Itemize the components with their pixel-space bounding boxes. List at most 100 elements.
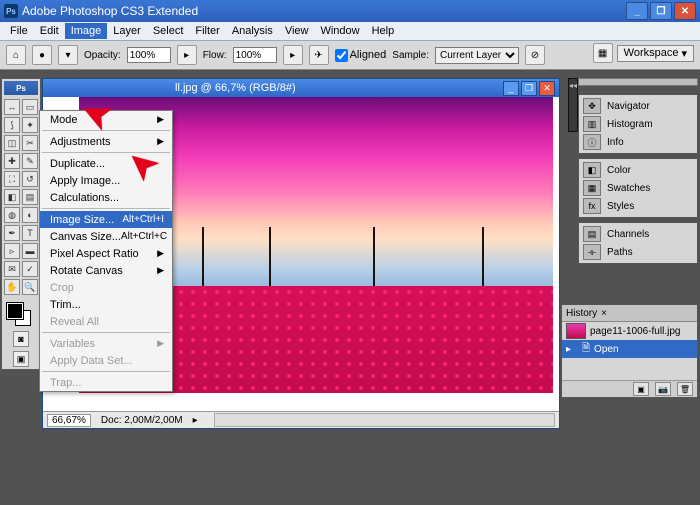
- history-state-row[interactable]: ▸ 🗎 Open: [562, 340, 697, 358]
- opacity-arrow-icon[interactable]: ▸: [177, 45, 197, 65]
- close-tab-icon[interactable]: ×: [601, 308, 607, 319]
- panel-row-paths[interactable]: ⟛Paths: [581, 243, 695, 261]
- menu-edit[interactable]: Edit: [34, 23, 65, 39]
- menu-select[interactable]: Select: [147, 23, 190, 39]
- type-tool[interactable]: T: [22, 225, 38, 241]
- slice-tool[interactable]: ✂: [22, 135, 38, 151]
- heal-tool[interactable]: ✚: [4, 153, 20, 169]
- menu-layer[interactable]: Layer: [107, 23, 147, 39]
- history-panel: History × page11-1006-full.jpg ▸ 🗎 Open …: [561, 304, 698, 398]
- panel-resize-handle[interactable]: [578, 78, 698, 86]
- go-bridge-icon[interactable]: ▦: [593, 43, 613, 63]
- opacity-input[interactable]: [127, 47, 171, 63]
- chevron-right-icon[interactable]: ▸: [193, 415, 198, 426]
- chevron-down-icon: ▾: [681, 47, 687, 60]
- brush-tool[interactable]: ✎: [22, 153, 38, 169]
- panel-row-channels[interactable]: ▤Channels: [581, 225, 695, 243]
- menu-item-rotate-canvas[interactable]: Rotate Canvas▶: [40, 262, 172, 279]
- flow-input[interactable]: [233, 47, 277, 63]
- zoom-field[interactable]: 66,67%: [47, 414, 91, 427]
- eyedropper-tool[interactable]: ✓: [22, 261, 38, 277]
- panel-group-navigator: ✥Navigator▥HistogramⓘInfo: [578, 94, 698, 154]
- hand-tool[interactable]: ✋: [4, 279, 20, 295]
- document-titlebar[interactable]: ll.jpg @ 66,7% (RGB/8#) _ ❐ ✕: [43, 79, 559, 97]
- history-brush-target-icon[interactable]: ▸: [566, 344, 578, 355]
- move-tool[interactable]: ↔: [4, 99, 20, 115]
- dodge-tool[interactable]: ◐: [22, 207, 38, 223]
- panel-row-styles[interactable]: fxStyles: [581, 197, 695, 215]
- minimize-button[interactable]: _: [626, 2, 648, 20]
- close-button[interactable]: ✕: [674, 2, 696, 20]
- panel-row-navigator[interactable]: ✥Navigator: [581, 97, 695, 115]
- menu-item-label: Crop: [50, 282, 74, 294]
- menu-item-calculations[interactable]: Calculations...: [40, 189, 172, 206]
- menu-window[interactable]: Window: [314, 23, 365, 39]
- screenmode-button[interactable]: ▣: [13, 351, 29, 367]
- menu-analysis[interactable]: Analysis: [226, 23, 279, 39]
- sample-ignore-icon[interactable]: ⊘: [525, 45, 545, 65]
- pen-tool[interactable]: ✒: [4, 225, 20, 241]
- menubar: FileEditImageLayerSelectFilterAnalysisVi…: [0, 22, 700, 41]
- foreground-swatch[interactable]: [7, 303, 23, 319]
- delete-state-button[interactable]: 🗑: [677, 382, 693, 396]
- blur-tool[interactable]: ◍: [4, 207, 20, 223]
- aligned-checkbox[interactable]: [335, 49, 348, 62]
- menu-item-adjustments[interactable]: Adjustments▶: [40, 133, 172, 150]
- maximize-button[interactable]: ❐: [650, 2, 672, 20]
- eraser-tool[interactable]: ◧: [4, 189, 20, 205]
- crop-tool[interactable]: ◫: [4, 135, 20, 151]
- doc-close-button[interactable]: ✕: [539, 81, 555, 96]
- workspace-button[interactable]: Workspace ▾: [617, 45, 694, 62]
- panel-row-info[interactable]: ⓘInfo: [581, 133, 695, 151]
- menu-item-duplicate[interactable]: Duplicate...: [40, 155, 172, 172]
- zoom-tool[interactable]: 🔍: [22, 279, 38, 295]
- history-source-row[interactable]: page11-1006-full.jpg: [562, 322, 697, 340]
- new-snapshot-button[interactable]: 📷: [655, 382, 671, 396]
- tool-preset-icon[interactable]: ⌂: [6, 45, 26, 65]
- menu-item-image-size[interactable]: Image Size...Alt+Ctrl+I: [40, 211, 172, 228]
- toolbox: Ps ↔ ▭ ⟆ ✦ ◫ ✂ ✚ ✎ ⛶ ↺ ◧ ▤ ◍ ◐ ✒ T ▹ ▬ ✉…: [1, 78, 41, 370]
- history-tab[interactable]: History: [566, 308, 597, 319]
- panel-collapse-toggle[interactable]: ◂◂: [568, 78, 578, 132]
- doc-info[interactable]: Doc: 2,00M/2,00M: [101, 415, 183, 426]
- lasso-tool[interactable]: ⟆: [4, 117, 20, 133]
- menu-item-apply-image[interactable]: Apply Image...: [40, 172, 172, 189]
- menu-item-canvas-size[interactable]: Canvas Size...Alt+Ctrl+C: [40, 228, 172, 245]
- wand-tool[interactable]: ✦: [22, 117, 38, 133]
- menu-item-trim[interactable]: Trim...: [40, 296, 172, 313]
- menu-image[interactable]: Image: [65, 23, 108, 39]
- menu-item-pixel-aspect-ratio[interactable]: Pixel Aspect Ratio▶: [40, 245, 172, 262]
- airbrush-icon[interactable]: ✈: [309, 45, 329, 65]
- stamp-tool[interactable]: ⛶: [4, 171, 20, 187]
- sample-dropdown[interactable]: Current Layer: [435, 47, 519, 64]
- new-doc-from-state-button[interactable]: ▣: [633, 382, 649, 396]
- panel-row-histogram[interactable]: ▥Histogram: [581, 115, 695, 133]
- brush-preset-icon[interactable]: ●: [32, 45, 52, 65]
- menu-item-label: Rotate Canvas: [50, 265, 123, 277]
- horizontal-scrollbar[interactable]: [214, 413, 555, 427]
- toolbox-header[interactable]: Ps: [4, 81, 38, 95]
- panel-row-color[interactable]: ◧Color: [581, 161, 695, 179]
- notes-tool[interactable]: ✉: [4, 261, 20, 277]
- menu-item-mode[interactable]: Mode▶: [40, 111, 172, 128]
- image-menu-dropdown: Mode▶ Adjustments▶ Duplicate...Apply Image…: [39, 110, 173, 392]
- mode-dropdown-icon[interactable]: ▾: [58, 45, 78, 65]
- doc-maximize-button[interactable]: ❐: [521, 81, 537, 96]
- shape-tool[interactable]: ▬: [22, 243, 38, 259]
- menu-filter[interactable]: Filter: [189, 23, 225, 39]
- menu-separator: [42, 152, 170, 153]
- info-icon: ⓘ: [583, 134, 601, 150]
- flow-arrow-icon[interactable]: ▸: [283, 45, 303, 65]
- gradient-tool[interactable]: ▤: [22, 189, 38, 205]
- quickmask-button[interactable]: ◙: [13, 331, 29, 347]
- menu-file[interactable]: File: [4, 23, 34, 39]
- marquee-tool[interactable]: ▭: [22, 99, 38, 115]
- doc-minimize-button[interactable]: _: [503, 81, 519, 96]
- path-tool[interactable]: ▹: [4, 243, 20, 259]
- history-brush-tool[interactable]: ↺: [22, 171, 38, 187]
- menu-shortcut: Alt+Ctrl+C: [121, 231, 167, 242]
- panel-row-swatches[interactable]: ▦Swatches: [581, 179, 695, 197]
- menu-item-label: Variables: [50, 338, 95, 350]
- menu-view[interactable]: View: [279, 23, 315, 39]
- menu-help[interactable]: Help: [366, 23, 401, 39]
